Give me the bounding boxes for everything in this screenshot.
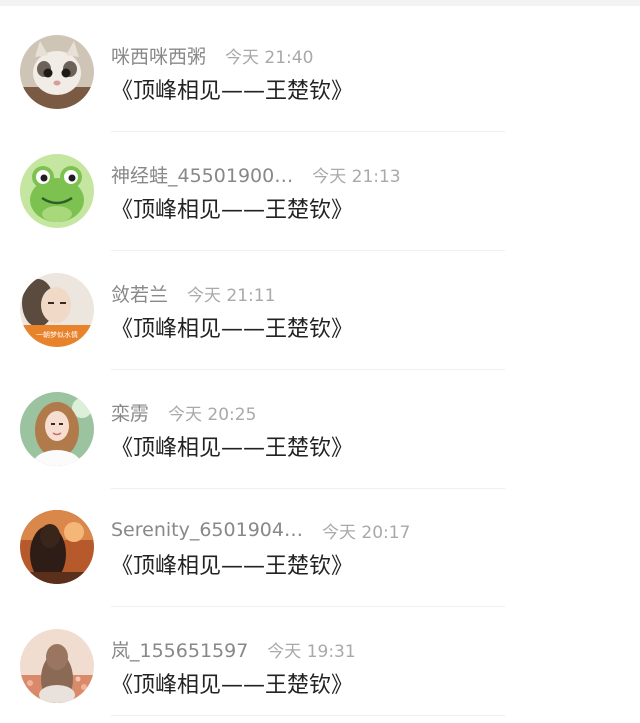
comment-item[interactable]: 一朝梦似水情 敛若兰 今天 21:11 《顶峰相见——王楚钦》	[0, 247, 640, 370]
username[interactable]: Serenity_6501904…	[111, 519, 303, 541]
timestamp: 今天 20:25	[168, 404, 257, 425]
username[interactable]: 栾雳	[111, 399, 149, 426]
comment-list: 咪西咪西粥 今天 21:40 《顶峰相见——王楚钦》 神经蛙_45501900…	[0, 0, 640, 723]
comment-text: 《顶峰相见——王楚钦》	[111, 198, 354, 223]
woman-photo-avatar-icon: 一朝梦似水情	[20, 273, 94, 347]
avatar-badge-text: 一朝梦似水情	[36, 330, 78, 339]
avatar[interactable]	[20, 510, 94, 584]
timestamp: 今天 21:11	[187, 285, 276, 306]
timestamp: 今天 21:40	[225, 47, 314, 68]
username[interactable]: 咪西咪西粥	[111, 42, 206, 69]
avatar[interactable]	[20, 35, 94, 109]
comment-meta: 栾雳 今天 20:25	[111, 398, 256, 426]
avatar[interactable]	[20, 629, 94, 703]
row-divider	[111, 715, 505, 716]
avatar[interactable]	[20, 154, 94, 228]
comment-meta: 敛若兰 今天 21:11	[111, 279, 275, 307]
comment-item[interactable]: 栾雳 今天 20:25 《顶峰相见——王楚钦》	[0, 366, 640, 489]
comment-item[interactable]: Serenity_6501904… 今天 20:17 《顶峰相见——王楚钦》	[0, 484, 640, 607]
avatar[interactable]: 一朝梦似水情	[20, 273, 94, 347]
comment-meta: Serenity_6501904… 今天 20:17	[111, 516, 410, 544]
comment-item[interactable]: 岚_155651597 今天 19:31 《顶峰相见——王楚钦》	[0, 603, 640, 721]
username[interactable]: 神经蛙_45501900…	[111, 161, 293, 188]
comment-text: 《顶峰相见——王楚钦》	[111, 673, 354, 698]
frog-avatar-icon	[20, 154, 94, 228]
flower-field-avatar-icon	[20, 629, 94, 703]
cat-avatar-icon	[20, 35, 94, 109]
sunset-silhouette-avatar-icon	[20, 510, 94, 584]
comment-item[interactable]: 咪西咪西粥 今天 21:40 《顶峰相见——王楚钦》	[0, 9, 640, 132]
timestamp: 今天 20:17	[321, 522, 411, 543]
username[interactable]: 岚_155651597	[111, 636, 248, 663]
comment-text: 《顶峰相见——王楚钦》	[111, 79, 354, 104]
comment-item[interactable]: 神经蛙_45501900… 今天 21:13 《顶峰相见——王楚钦》	[0, 128, 640, 251]
avatar[interactable]	[20, 392, 94, 466]
comment-meta: 咪西咪西粥 今天 21:40	[111, 41, 313, 69]
comment-meta: 岚_155651597 今天 19:31	[111, 635, 356, 663]
username[interactable]: 敛若兰	[111, 280, 168, 307]
timestamp: 今天 19:31	[267, 641, 356, 662]
woman-portrait-avatar-icon	[20, 392, 94, 466]
timestamp: 今天 21:13	[312, 166, 401, 187]
comment-text: 《顶峰相见——王楚钦》	[111, 317, 354, 342]
comment-text: 《顶峰相见——王楚钦》	[111, 436, 354, 461]
comment-meta: 神经蛙_45501900… 今天 21:13	[111, 160, 401, 188]
comment-text: 《顶峰相见——王楚钦》	[111, 554, 354, 579]
